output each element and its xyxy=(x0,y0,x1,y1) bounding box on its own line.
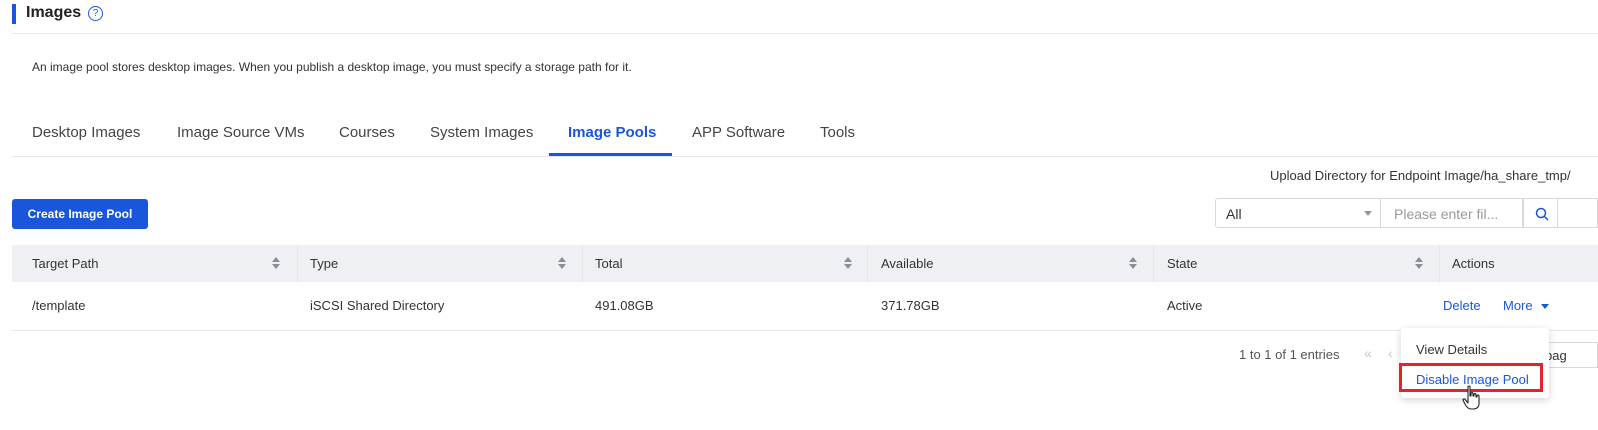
cell-type: iSCSI Shared Directory xyxy=(310,298,445,313)
search-input[interactable]: Please enter fil... xyxy=(1381,198,1523,228)
filter-options-button[interactable] xyxy=(1558,198,1598,228)
cell-available: 371.78GB xyxy=(881,298,940,313)
delete-link[interactable]: Delete xyxy=(1443,282,1481,330)
tab-system-images[interactable]: System Images xyxy=(430,124,533,141)
prev-page-icon[interactable]: ‹ xyxy=(1388,345,1393,361)
table-row: /template iSCSI Shared Directory 491.08G… xyxy=(12,282,1598,331)
sort-icon[interactable] xyxy=(271,257,281,270)
filter-select-value: All xyxy=(1226,206,1242,222)
column-header-available[interactable]: Available xyxy=(881,245,934,282)
chevron-down-icon[interactable] xyxy=(1541,304,1549,309)
column-header-state[interactable]: State xyxy=(1167,245,1197,282)
sort-icon[interactable] xyxy=(1414,257,1424,270)
create-image-pool-button[interactable]: Create Image Pool xyxy=(12,199,148,229)
first-page-icon[interactable]: « xyxy=(1364,345,1372,361)
sort-icon[interactable] xyxy=(557,257,567,270)
search-button[interactable] xyxy=(1523,198,1558,228)
tab-tools[interactable]: Tools xyxy=(820,124,855,141)
sort-icon[interactable] xyxy=(843,257,853,270)
chevron-down-icon xyxy=(1364,211,1372,216)
upload-directory-text: Upload Directory for Endpoint Image/ha_s… xyxy=(1270,168,1571,183)
more-link[interactable]: More xyxy=(1503,282,1533,330)
tab-app-software[interactable]: APP Software xyxy=(692,124,785,141)
table-header: Target Path Type Total Available State A… xyxy=(12,245,1598,331)
tab-courses[interactable]: Courses xyxy=(339,124,395,141)
tab-bar: Desktop Images Image Source VMs Courses … xyxy=(12,116,1598,157)
tab-image-source-vms[interactable]: Image Source VMs xyxy=(177,124,305,141)
tab-image-pools[interactable]: Image Pools xyxy=(568,124,656,141)
cell-state: Active xyxy=(1167,298,1203,313)
cell-total: 491.08GB xyxy=(595,298,654,313)
column-header-type[interactable]: Type xyxy=(310,245,338,282)
menu-item-view-details[interactable]: View Details xyxy=(1416,342,1487,357)
hand-cursor-icon xyxy=(1462,385,1480,410)
sort-icon[interactable] xyxy=(1128,257,1138,270)
column-header-target-path[interactable]: Target Path xyxy=(32,245,99,282)
column-header-actions: Actions xyxy=(1452,256,1495,271)
search-icon xyxy=(1535,207,1549,221)
header-divider xyxy=(12,33,1598,34)
filter-select[interactable]: All xyxy=(1215,198,1381,228)
search-placeholder: Please enter fil... xyxy=(1394,206,1499,222)
column-header-total[interactable]: Total xyxy=(595,245,622,282)
pagination-summary: 1 to 1 of 1 entries xyxy=(1239,347,1340,362)
help-icon[interactable]: ? xyxy=(88,6,103,21)
page-title: Images xyxy=(26,4,82,21)
tab-desktop-images[interactable]: Desktop Images xyxy=(32,124,140,141)
active-tab-indicator xyxy=(549,153,672,156)
page-description: An image pool stores desktop images. Whe… xyxy=(32,60,632,74)
cell-target-path: /template xyxy=(32,298,86,313)
title-accent-bar xyxy=(12,4,16,24)
